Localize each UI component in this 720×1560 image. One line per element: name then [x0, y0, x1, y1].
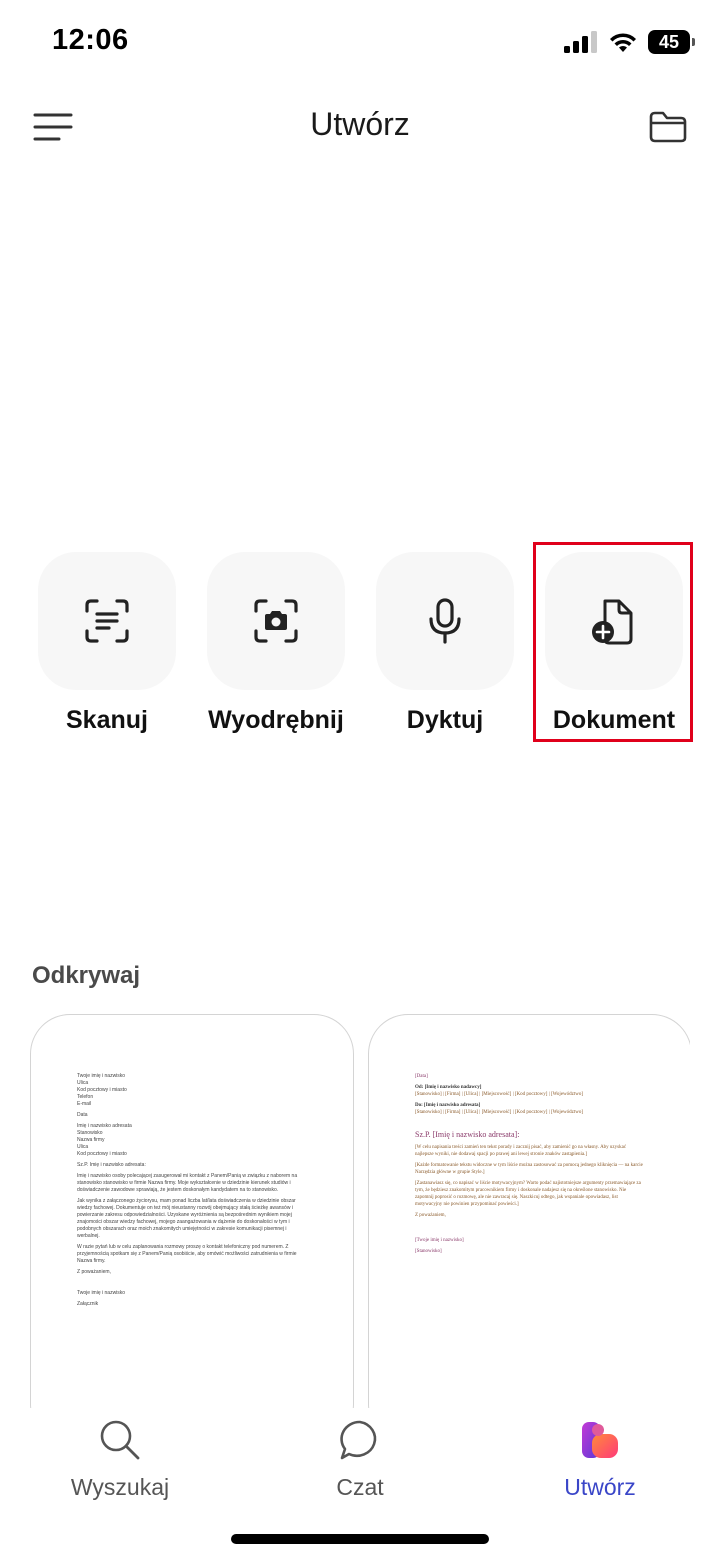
doc1-date: Data	[77, 1112, 88, 1118]
doc1-signature: Twoje imię i nazwisko	[77, 1290, 126, 1296]
chat-bubble-icon	[340, 1420, 377, 1460]
tab-create[interactable]: Utwórz	[510, 1416, 690, 1501]
doc1-paragraph: Imię i nazwisko osoby polecającej zasuge…	[77, 1173, 298, 1193]
doc2-position: [Stanowisko]	[415, 1249, 442, 1254]
search-icon	[100, 1420, 140, 1460]
home-indicator	[231, 1534, 489, 1544]
tab-search-label: Wyszukaj	[70, 1474, 170, 1500]
document-highlight-box	[533, 542, 693, 742]
extract-button[interactable]: Wyodrębnij	[207, 552, 345, 735]
doc2-paragraph: [Zastanawiasz się, co napisać w liście m…	[415, 1181, 641, 1207]
folder-icon	[649, 111, 687, 143]
camera-extract-icon	[254, 599, 298, 643]
tab-search[interactable]: Wyszukaj	[30, 1416, 210, 1501]
doc1-paragraph: W razie pytań lub w celu zaplanowania ro…	[77, 1244, 297, 1264]
dictate-tile[interactable]	[376, 552, 514, 690]
doc1-attachment: Załącznik	[77, 1301, 99, 1307]
discover-heading: Odkrywaj	[32, 962, 141, 989]
status-bar: 12:06 45	[0, 0, 720, 90]
extract-label: Wyodrębnij	[208, 706, 344, 734]
template-card-letter[interactable]: [Data] Od: [Imię i nazwisko nadawcy] [St…	[368, 1014, 690, 1408]
signal-icon	[564, 31, 597, 53]
folder-button[interactable]	[646, 106, 690, 148]
scan-tile[interactable]	[38, 552, 176, 690]
microphone-icon	[429, 598, 461, 644]
header: Utwórz	[0, 96, 720, 158]
doc2-salutation: Sz.P. [Imię i nazwisko adresata]:	[415, 1130, 520, 1139]
doc1-sender: Twoje imię i nazwisko Ulica Kod pocztowy…	[77, 1073, 127, 1107]
scan-label: Skanuj	[66, 706, 148, 734]
wifi-icon	[610, 33, 636, 52]
status-icons: 45	[564, 30, 695, 54]
discover-cards: Twoje imię i nazwisko Ulica Kod pocztowy…	[30, 1014, 690, 1408]
battery-icon: 45	[648, 30, 695, 54]
doc2-from: Od: [Imię i nazwisko nadawcy] [Stanowisk…	[415, 1085, 584, 1097]
doc1-paragraph: Jak wynika z załączonego życiorysu, mam …	[77, 1198, 296, 1239]
doc1-closing: Z poważaniem,	[77, 1269, 111, 1275]
template-preview-2: [Data] Od: [Imię i nazwisko nadawcy] [St…	[415, 1073, 645, 1259]
page-title: Utwórz	[310, 106, 410, 142]
doc2-signature: [Twoje imię i nazwisko]	[415, 1238, 464, 1243]
create-app-icon	[582, 1422, 618, 1458]
tab-chat-label: Czat	[336, 1474, 384, 1500]
template-preview-1: Twoje imię i nazwisko Ulica Kod pocztowy…	[77, 1073, 307, 1312]
template-card-cover-letter[interactable]: Twoje imię i nazwisko Ulica Kod pocztowy…	[30, 1014, 354, 1408]
scan-text-icon	[85, 599, 129, 643]
doc1-salutation: Sz.P. Imię i nazwisko adresata:	[77, 1162, 146, 1168]
dictate-label: Dyktuj	[406, 706, 484, 734]
tab-chat[interactable]: Czat	[270, 1416, 450, 1501]
doc2-closing: Z poważaniem,	[415, 1213, 446, 1218]
dictate-button[interactable]: Dyktuj	[376, 552, 514, 735]
doc1-recipient: Imię i nazwisko adresata Stanowisko Nazw…	[77, 1123, 132, 1157]
doc2-paragraph: [W celu napisania treści zamień ten teks…	[415, 1145, 627, 1157]
status-time: 12:06	[52, 24, 129, 56]
tab-create-label: Utwórz	[564, 1474, 636, 1500]
doc2-date: [Data]	[415, 1074, 428, 1079]
doc2-paragraph: [Każde formatowanie tekstu widoczne w ty…	[415, 1163, 643, 1175]
doc2-to: Do: [Imię i nazwisko adresata] [Stanowis…	[415, 1103, 584, 1115]
scan-button[interactable]: Skanuj	[38, 552, 176, 735]
extract-tile[interactable]	[207, 552, 345, 690]
